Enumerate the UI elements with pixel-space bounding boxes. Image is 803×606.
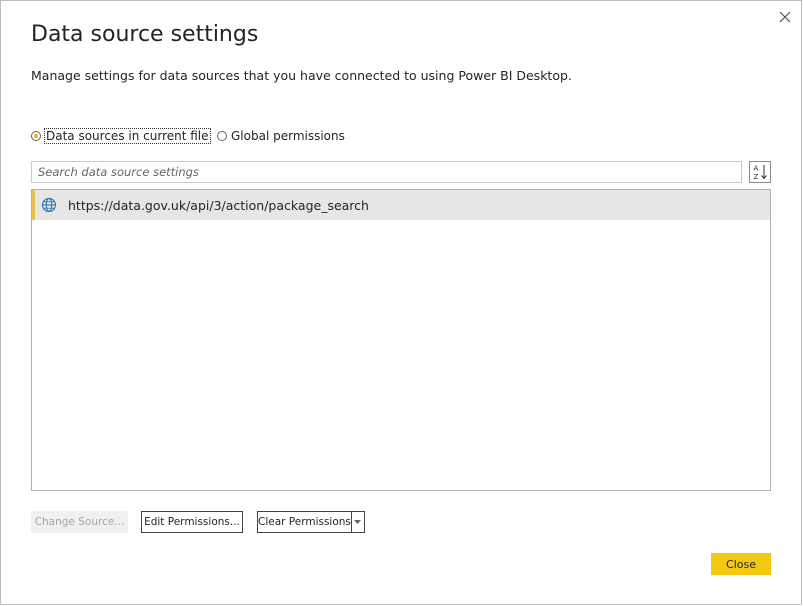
change-source-button: Change Source... xyxy=(31,511,128,533)
clear-permissions-dropdown[interactable] xyxy=(350,512,364,532)
dialog-description: Manage settings for data sources that yo… xyxy=(31,68,572,83)
data-source-list: https://data.gov.uk/api/3/action/package… xyxy=(31,189,771,491)
radio-current-file[interactable]: Data sources in current file xyxy=(31,127,211,145)
list-item[interactable]: https://data.gov.uk/api/3/action/package… xyxy=(32,190,770,220)
dialog-title: Data source settings xyxy=(31,22,259,47)
close-icon[interactable] xyxy=(775,7,795,27)
radio-unselected-icon xyxy=(217,131,227,141)
search-input[interactable] xyxy=(31,161,742,183)
radio-global-permissions[interactable]: Global permissions xyxy=(217,127,345,145)
data-source-url: https://data.gov.uk/api/3/action/package… xyxy=(68,197,369,213)
clear-permissions-split-button: Clear Permissions xyxy=(257,511,365,533)
radio-global-permissions-label: Global permissions xyxy=(231,129,345,143)
data-source-settings-dialog: Data source settings Manage settings for… xyxy=(0,0,802,605)
svg-text:A: A xyxy=(754,165,759,173)
caret-down-icon xyxy=(354,519,362,524)
radio-current-file-label: Data sources in current file xyxy=(44,128,211,144)
svg-text:Z: Z xyxy=(754,173,759,181)
clear-permissions-button[interactable]: Clear Permissions xyxy=(258,512,351,532)
close-button[interactable]: Close xyxy=(711,553,771,575)
radio-selected-icon xyxy=(31,131,41,141)
sort-az-icon: A Z xyxy=(754,165,767,181)
globe-icon xyxy=(40,196,58,214)
sort-button[interactable]: A Z xyxy=(749,161,771,183)
scope-radio-group: Data sources in current file Global perm… xyxy=(31,127,371,145)
edit-permissions-button[interactable]: Edit Permissions... xyxy=(141,511,243,533)
